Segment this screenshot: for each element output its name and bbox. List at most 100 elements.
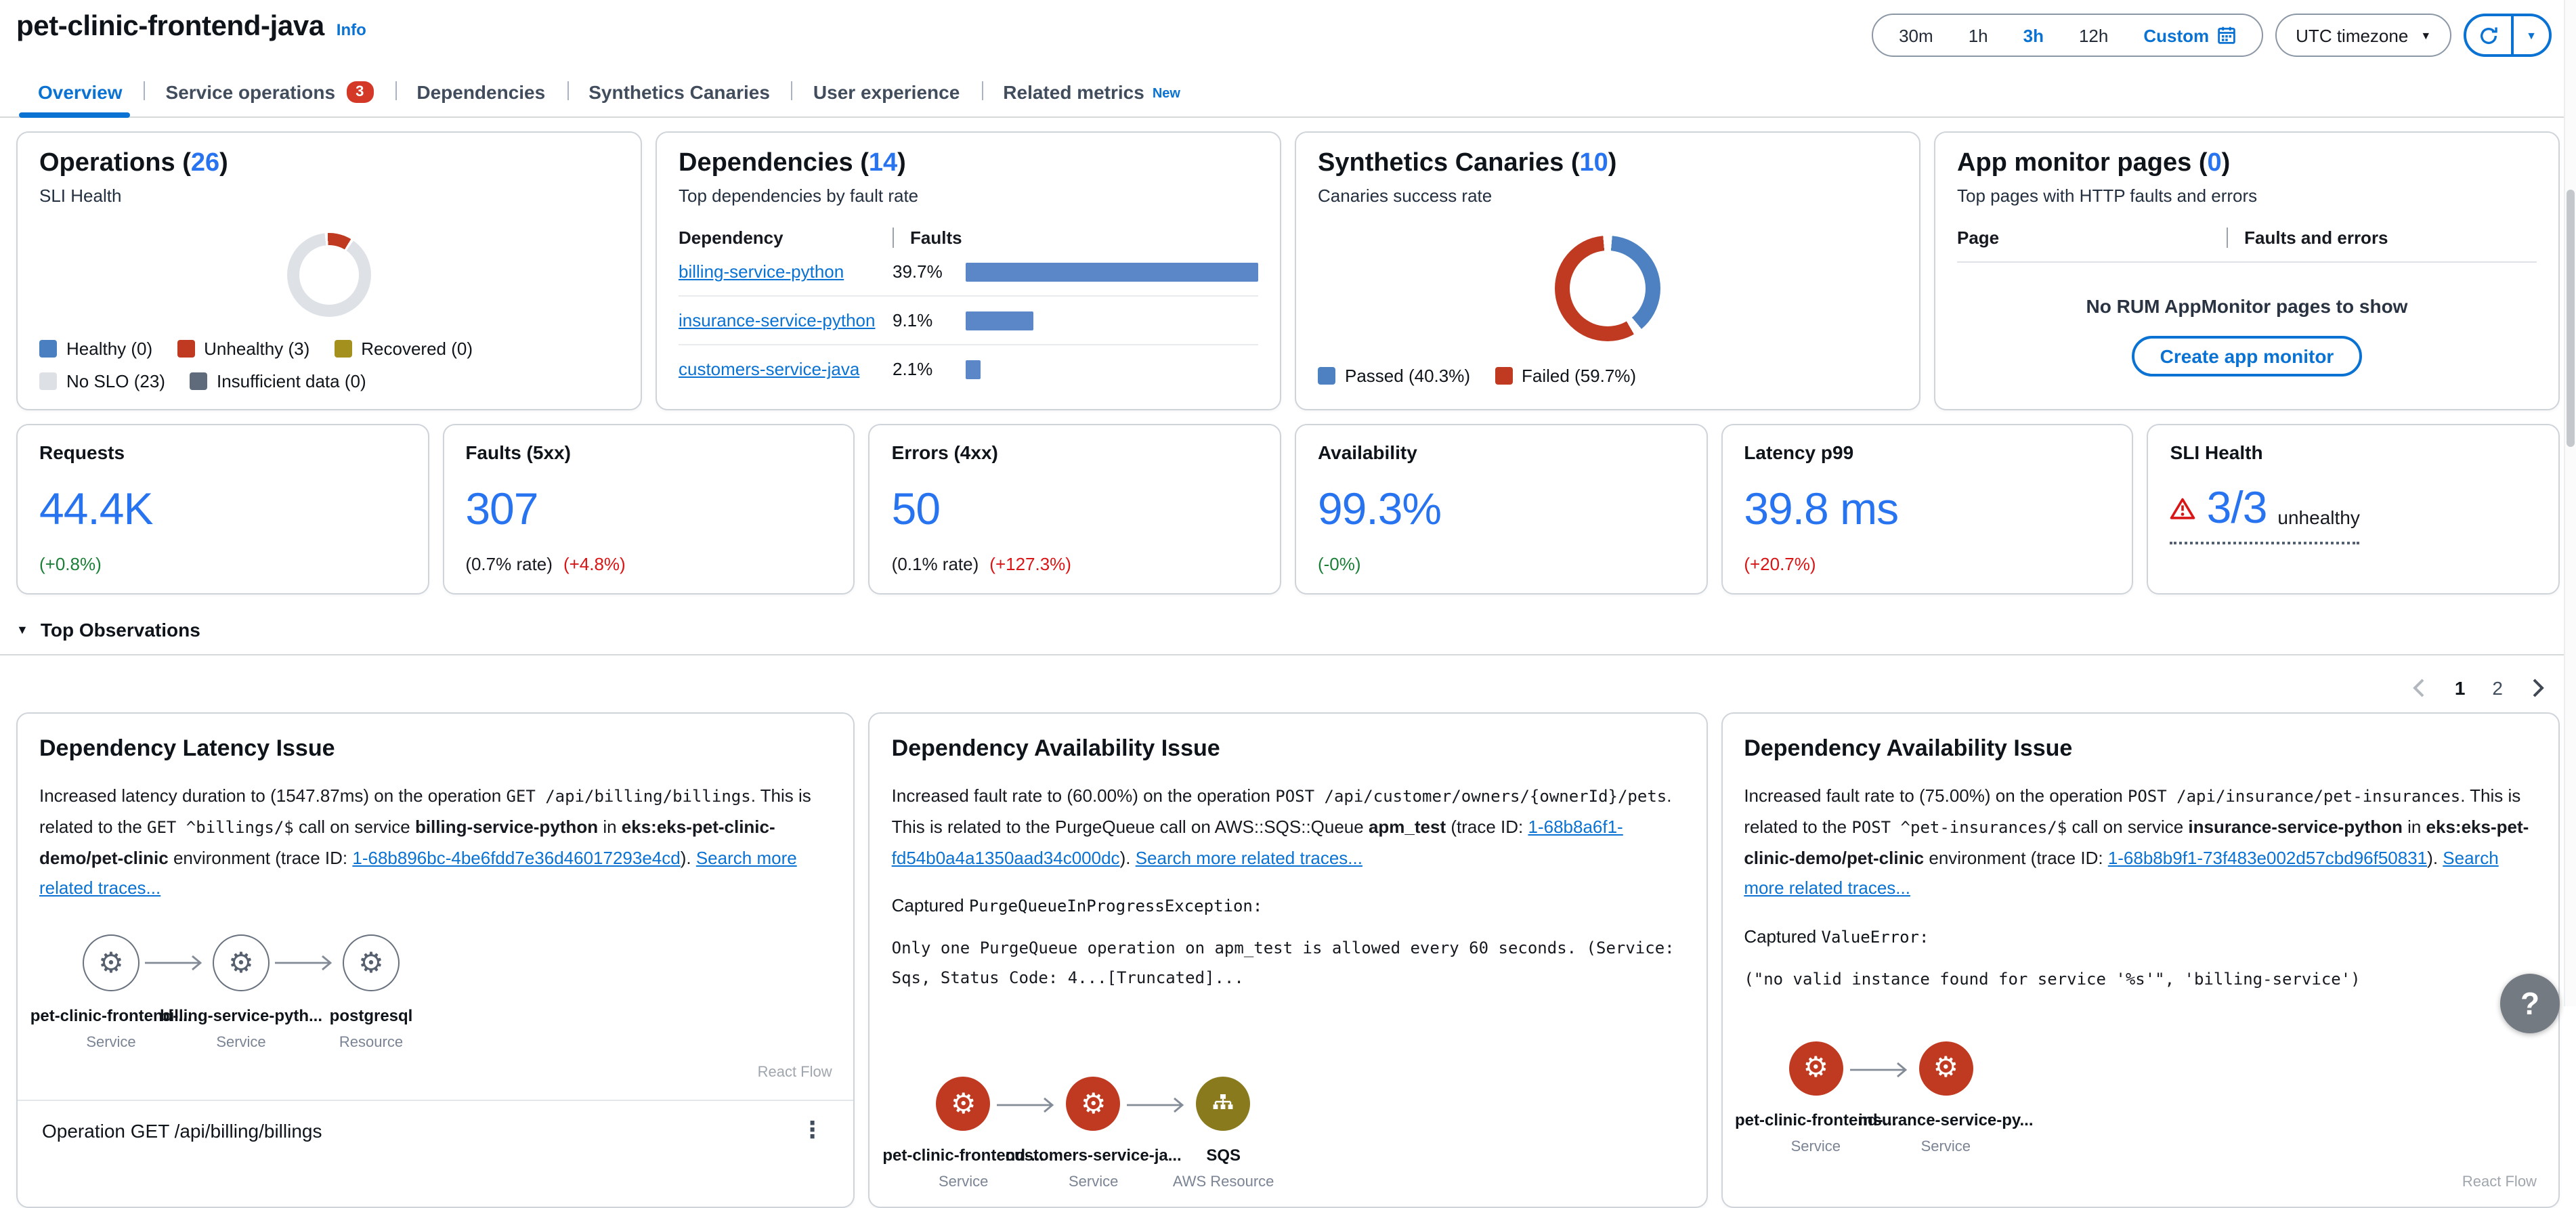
tab-related-metrics[interactable]: Related metrics New: [981, 68, 1202, 116]
table-row: customers-service-java 2.1%: [679, 345, 1258, 393]
react-flow-attribution: React Flow: [1744, 1174, 2537, 1190]
vertical-scrollbar[interactable]: [2564, 0, 2576, 1006]
metric-value: 99.3%: [1318, 483, 1684, 535]
collapse-triangle-icon: ▼: [16, 623, 28, 637]
metric-value: 44.4K: [39, 483, 406, 535]
time-range-1h[interactable]: 1h: [1951, 25, 2006, 45]
warning-icon: [2170, 496, 2196, 519]
availability-metric-card: Availability 99.3% (-0%): [1295, 424, 1707, 595]
flow-node: ⚙ pet-clinic-frontend-... Service: [897, 1077, 1030, 1190]
service-node[interactable]: ⚙: [213, 934, 270, 991]
observation-description: Increased fault rate to (60.00%) on the …: [892, 781, 1685, 874]
timezone-selector[interactable]: UTC timezone ▼: [2275, 14, 2451, 57]
table-row: billing-service-python 39.7%: [679, 248, 1258, 297]
help-button[interactable]: ?: [2500, 974, 2560, 1033]
app-monitor-count-link[interactable]: 0: [2207, 149, 2221, 177]
tab-bar: Overview Service operations 3 Dependenci…: [0, 68, 2576, 118]
operations-card-title: Operations (26): [39, 149, 619, 179]
gear-icon: ⚙: [951, 1090, 976, 1118]
legend-swatch: [1495, 367, 1512, 385]
flow-node: ⚙ billing-service-pyth... Service: [175, 934, 307, 1051]
react-flow-attribution: React Flow: [39, 1064, 832, 1081]
time-range-3h-selected[interactable]: 3h: [2006, 25, 2061, 45]
operations-count-link[interactable]: 26: [191, 149, 219, 177]
service-node[interactable]: ⚙: [83, 934, 139, 991]
legend-item: Insufficient data (0): [190, 371, 366, 391]
legend-item: Healthy (0): [39, 339, 152, 359]
scrollbar-thumb[interactable]: [2567, 190, 2575, 447]
service-node-faulted[interactable]: ⚙: [1788, 1041, 1843, 1095]
app-monitor-card-title: App monitor pages (0): [1957, 149, 2537, 179]
service-node-faulted[interactable]: ⚙: [937, 1077, 991, 1131]
tab-synthetics-canaries[interactable]: Synthetics Canaries: [567, 68, 792, 116]
service-operations-count-badge: 3: [346, 81, 373, 103]
dependency-link[interactable]: insurance-service-python: [679, 310, 893, 330]
fault-rate-bar: [966, 311, 1033, 330]
time-range-12h[interactable]: 12h: [2061, 25, 2126, 45]
metric-value: 50: [892, 483, 1258, 535]
legend-item: Failed (59.7%): [1495, 366, 1636, 386]
previous-page-button[interactable]: [2411, 678, 2428, 697]
sqs-queue-node[interactable]: [1197, 1077, 1251, 1131]
flow-node: SQS AWS Resource: [1157, 1077, 1290, 1190]
metric-value: 307: [465, 483, 832, 535]
service-node-faulted[interactable]: ⚙: [1918, 1041, 1973, 1095]
sli-health-donut-chart: [287, 233, 371, 317]
dependencies-card-title: Dependencies (14): [679, 149, 1258, 179]
time-controls: 30m 1h 3h 12h Custom UTC timezone ▼ ▼: [1872, 14, 2552, 57]
service-node-faulted[interactable]: ⚙: [1067, 1077, 1121, 1131]
chevron-down-icon: ▼: [2420, 29, 2431, 41]
latency-metric-card: Latency p99 39.8 ms (+20.7%): [1721, 424, 2133, 595]
gear-icon: ⚙: [1933, 1054, 1958, 1082]
observation-cards-row: Dependency Latency Issue Increased laten…: [16, 712, 2560, 1208]
synthetics-canaries-card: Synthetics Canaries (10) Canaries succes…: [1295, 131, 1920, 410]
flow-node: ⚙ pet-clinic-frontend-... Service: [45, 934, 177, 1051]
sqs-icon: [1211, 1092, 1236, 1116]
captured-exception-label: Captured PurgeQueueInProgressException:: [892, 896, 1685, 916]
tab-dependencies[interactable]: Dependencies: [395, 68, 567, 116]
operations-card-subtitle: SLI Health: [39, 186, 619, 206]
dependencies-count-link[interactable]: 14: [869, 149, 897, 177]
info-link[interactable]: Info: [337, 20, 366, 39]
dependency-link[interactable]: customers-service-java: [679, 359, 893, 379]
canaries-legend: Passed (40.3%) Failed (59.7%): [1318, 366, 1897, 386]
resource-node[interactable]: ⚙: [343, 934, 400, 991]
canaries-count-link[interactable]: 10: [1580, 149, 1608, 177]
page-header: pet-clinic-frontend-java Info 30m 1h 3h …: [0, 0, 2576, 57]
refresh-icon: [2478, 25, 2499, 45]
legend-item: No SLO (23): [39, 371, 165, 391]
sli-health-metric-card: SLI Health 3/3 unhealthy: [2147, 424, 2560, 595]
legend-item: Passed (40.3%): [1318, 366, 1470, 386]
page-number-1[interactable]: 1: [2455, 677, 2466, 699]
canaries-card-title: Synthetics Canaries (10): [1318, 149, 1897, 179]
observation-description: Increased latency duration to (1547.87ms…: [39, 781, 832, 905]
dependency-link[interactable]: billing-service-python: [679, 261, 893, 282]
question-icon: ?: [2520, 985, 2539, 1022]
kebab-menu-icon[interactable]: ⋮: [796, 1117, 830, 1144]
flow-node: ⚙ insurance-service-py... Service: [1879, 1041, 2012, 1155]
service-map-flow: ⚙ pet-clinic-frontend-... Service ⚙ bill…: [39, 934, 832, 1051]
dependency-availability-issue-card: Dependency Availability Issue Increased …: [869, 712, 1708, 1208]
tab-service-operations[interactable]: Service operations 3: [144, 68, 395, 116]
gear-icon: ⚙: [1081, 1090, 1107, 1118]
time-range-segmented-control: 30m 1h 3h 12h Custom: [1872, 14, 2263, 57]
page-number-2[interactable]: 2: [2492, 677, 2503, 699]
create-app-monitor-button[interactable]: Create app monitor: [2132, 336, 2363, 376]
top-observations-section-toggle[interactable]: ▼ Top Observations: [0, 619, 2576, 655]
refresh-split-button: ▼: [2464, 14, 2552, 57]
flow-node: ⚙ customers-service-ja... Service: [1027, 1077, 1160, 1190]
app-window: pet-clinic-frontend-java Info 30m 1h 3h …: [0, 0, 2576, 1006]
table-row: insurance-service-python 9.1%: [679, 297, 1258, 345]
tab-user-experience[interactable]: User experience: [792, 68, 981, 116]
next-page-button[interactable]: [2530, 678, 2546, 697]
fault-rate-bar: [966, 360, 981, 379]
sli-health-status[interactable]: 3/3 unhealthy: [2170, 482, 2360, 544]
metrics-row: Requests 44.4K (+0.8%) Faults (5xx) 307 …: [16, 424, 2560, 595]
refresh-button[interactable]: [2466, 16, 2511, 54]
time-range-custom[interactable]: Custom: [2126, 25, 2254, 45]
service-map-flow: ⚙ pet-clinic-frontend-... Service ⚙ insu…: [1744, 1041, 2537, 1155]
time-range-30m[interactable]: 30m: [1881, 25, 1951, 45]
tab-overview[interactable]: Overview: [16, 68, 144, 116]
calendar-icon: [2217, 26, 2236, 45]
refresh-options-button[interactable]: ▼: [2511, 16, 2549, 54]
